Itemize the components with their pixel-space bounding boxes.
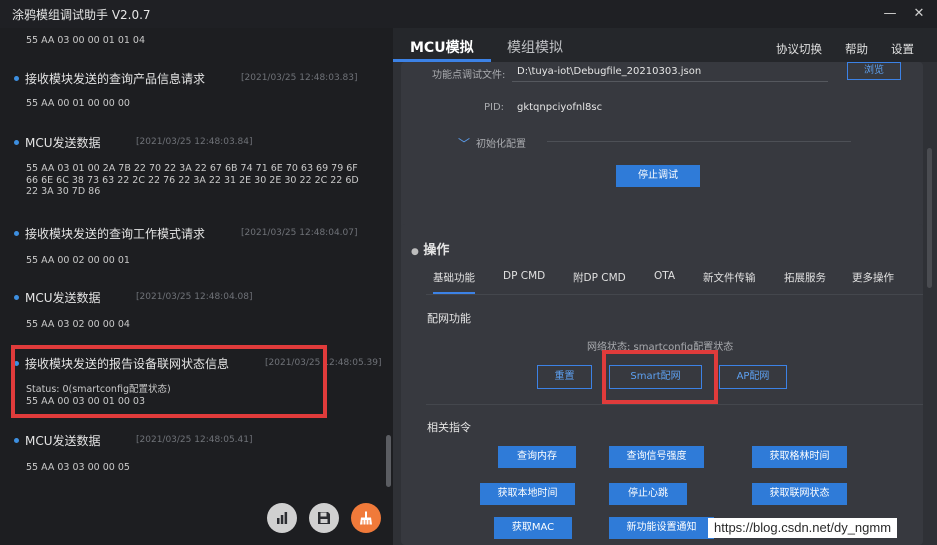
watermark-text: https://blog.csdn.net/dy_ngmm [708, 518, 898, 538]
log-entry-time: [2021/03/25 12:48:03.84] [136, 137, 253, 147]
chart-button[interactable] [267, 503, 297, 533]
stop-heartbeat-button[interactable]: 停止心跳 [609, 483, 687, 505]
debug-file-value: D:\tuya-iot\Debugfile_20210303.json [517, 66, 702, 77]
log-entry-title: 接收模块发送的查询产品信息请求 [25, 72, 206, 86]
close-button[interactable]: ✕ [909, 4, 929, 24]
title-bar: 涂鸦模组调试助手 V2.0.7 — ✕ [0, 0, 937, 28]
pid-label: PID: [484, 102, 505, 113]
log-entry-header: 接收模块发送的查询工作模式请求 [14, 225, 205, 242]
query-signal-button[interactable]: 查询信号强度 [609, 446, 704, 468]
operations-title: ● 操作 [411, 239, 449, 258]
save-button[interactable] [309, 503, 339, 533]
tab-mcu-simulation[interactable]: MCU模拟 [410, 37, 474, 57]
log-entry-body: 55 AA 03 01 00 2A 7B 22 70 22 3A 22 67 6… [26, 163, 359, 197]
log-entry-title: MCU发送数据 [25, 136, 101, 150]
log-entry-body: 55 AA 00 02 00 00 01 [26, 255, 130, 266]
main-tabbar: MCU模拟 模组模拟 协议切换 帮助 设置 [393, 28, 937, 62]
help-link[interactable]: 帮助 [845, 41, 868, 57]
log-entry-body: 55 AA 03 02 00 00 04 [26, 319, 130, 330]
right-scrollbar[interactable] [927, 148, 932, 288]
log-entry-header: 接收模块发送的查询产品信息请求 [14, 70, 205, 87]
divider [547, 141, 851, 142]
log-entry-body: 55 AA 00 01 00 00 00 [26, 98, 130, 109]
highlight-box [602, 350, 718, 404]
bullet-icon [14, 438, 19, 443]
bullet-icon [14, 231, 19, 236]
broom-icon [360, 511, 372, 525]
subtab-dp-cmd[interactable]: DP CMD [503, 270, 545, 282]
stop-debug-button[interactable]: 停止调试 [616, 165, 700, 187]
get-network-status-button[interactable]: 获取联网状态 [752, 483, 847, 505]
right-panel: MCU模拟 模组模拟 协议切换 帮助 设置 功能点调试文件: D:\tuya-i… [393, 28, 937, 545]
log-entry-body: 55 AA 03 03 00 00 05 [26, 462, 130, 473]
subtab-basic[interactable]: 基础功能 [433, 270, 475, 285]
log-entry-header: MCU发送数据 [14, 289, 101, 306]
tab-module-simulation[interactable]: 模组模拟 [507, 37, 563, 57]
network-section-title: 配网功能 [427, 312, 471, 325]
settings-link[interactable]: 设置 [891, 41, 914, 57]
log-panel: 55 AA 03 00 00 01 01 04 接收模块发送的查询产品信息请求 … [0, 28, 393, 545]
bullet-icon [14, 140, 19, 145]
chevron-down-icon[interactable]: ﹀ [458, 135, 470, 152]
get-mac-button[interactable]: 获取MAC [494, 517, 572, 539]
debug-config-card: 功能点调试文件: D:\tuya-iot\Debugfile_20210303.… [401, 62, 923, 234]
init-config-toggle[interactable]: 初始化配置 [476, 135, 526, 150]
subtab-extended-services[interactable]: 拓展服务 [784, 270, 826, 285]
protocol-switch-link[interactable]: 协议切换 [776, 41, 822, 57]
clear-log-button[interactable] [351, 503, 381, 533]
new-feature-notify-button[interactable]: 新功能设置通知 [609, 517, 714, 539]
bullet-icon [14, 295, 19, 300]
highlight-box [11, 345, 327, 418]
reset-button[interactable]: 重置 [537, 365, 592, 389]
bullet-icon [14, 76, 19, 81]
subtab-attached-dp-cmd[interactable]: 附DP CMD [573, 270, 626, 285]
log-entry-body: 55 AA 03 00 00 01 01 04 [26, 35, 146, 46]
ap-config-button[interactable]: AP配网 [719, 365, 787, 389]
query-memory-button[interactable]: 查询内存 [498, 446, 576, 468]
window-title: 涂鸦模组调试助手 V2.0.7 [12, 7, 151, 22]
get-gmt-time-button[interactable]: 获取格林时间 [752, 446, 847, 468]
log-entry-time: [2021/03/25 12:48:04.08] [136, 292, 253, 302]
log-scrollbar[interactable] [386, 435, 391, 487]
browse-button[interactable]: 浏览 [847, 62, 901, 80]
save-icon [318, 512, 330, 524]
log-entry-time: [2021/03/25 12:48:04.07] [241, 228, 358, 238]
log-entry-title: MCU发送数据 [25, 291, 101, 305]
subtab-file-transfer[interactable]: 新文件传输 [703, 270, 756, 285]
commands-section-title: 相关指令 [427, 421, 471, 434]
debug-file-label: 功能点调试文件: [432, 70, 506, 81]
get-local-time-button[interactable]: 获取本地时间 [480, 483, 575, 505]
operations-title-text: 操作 [423, 243, 450, 258]
pid-value: gktqnpciyofnl8sc [517, 102, 603, 113]
subtab-ota[interactable]: OTA [654, 270, 675, 282]
log-entry-time: [2021/03/25 12:48:05.41] [136, 435, 253, 445]
log-entry-header: MCU发送数据 [14, 134, 101, 151]
chart-icon [277, 512, 288, 524]
log-entry-title: 接收模块发送的查询工作模式请求 [25, 227, 206, 241]
app-window: 涂鸦模组调试助手 V2.0.7 — ✕ 55 AA 03 00 00 01 01… [0, 0, 937, 545]
divider [426, 294, 923, 295]
log-entry-time: [2021/03/25 12:48:03.83] [241, 73, 358, 83]
subtab-more-actions[interactable]: 更多操作 [852, 270, 894, 285]
minimize-button[interactable]: — [880, 4, 900, 24]
log-entry-title: MCU发送数据 [25, 434, 101, 448]
log-entry-header: MCU发送数据 [14, 432, 101, 449]
divider [426, 404, 923, 405]
bullet-icon: ● [411, 247, 419, 257]
